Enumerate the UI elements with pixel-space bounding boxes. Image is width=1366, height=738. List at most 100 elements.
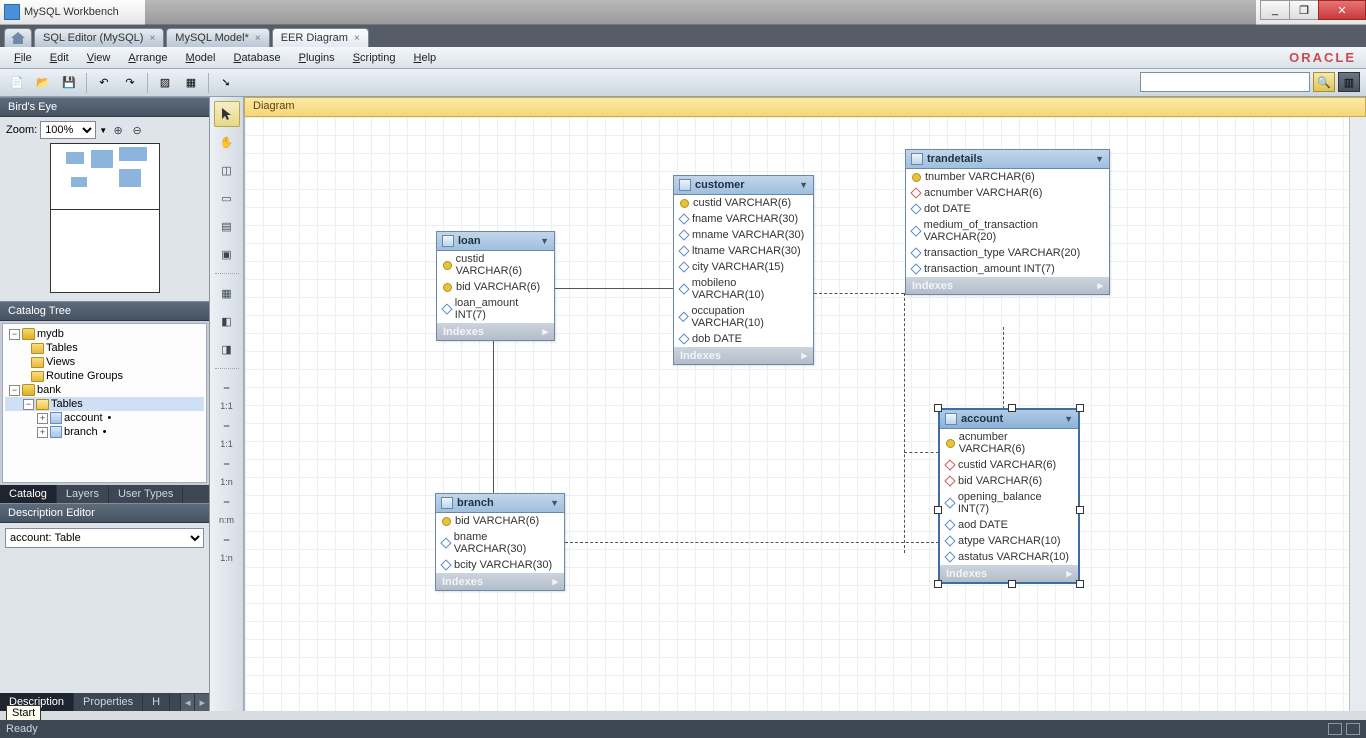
menu-view[interactable]: View <box>79 50 119 66</box>
column-row[interactable]: tnumber VARCHAR(6) <box>906 169 1109 185</box>
undo-button[interactable]: ↶ <box>93 72 115 94</box>
hand-tool[interactable]: ✋ <box>214 129 240 155</box>
save-button[interactable]: 💾 <box>58 72 80 94</box>
note-tool[interactable]: ▤ <box>214 213 240 239</box>
export-button[interactable]: ➘ <box>215 72 237 94</box>
tab-catalog[interactable]: Catalog <box>0 485 57 503</box>
validate-button[interactable]: ▨ <box>154 72 176 94</box>
column-row[interactable]: opening_balance INT(7) <box>940 489 1078 517</box>
indexes-section[interactable]: Indexes▸ <box>674 347 813 364</box>
indexes-section[interactable]: Indexes▸ <box>437 323 554 340</box>
tree-node-views[interactable]: Views <box>5 355 204 369</box>
search-input[interactable] <box>1140 72 1310 92</box>
column-row[interactable]: aod DATE <box>940 517 1078 533</box>
indexes-section[interactable]: Indexes▸ <box>906 277 1109 294</box>
tab-home[interactable] <box>4 28 32 47</box>
zoom-out-icon[interactable]: ⊖ <box>129 122 145 138</box>
chevron-down-icon[interactable]: ▼ <box>1064 414 1073 424</box>
column-row[interactable]: bcity VARCHAR(30) <box>436 557 564 573</box>
er-table-customer[interactable]: customer▼ custid VARCHAR(6) fname VARCHA… <box>673 175 814 365</box>
search-button[interactable]: 🔍 <box>1313 72 1335 92</box>
nav-left-icon[interactable]: ◂ <box>180 694 195 711</box>
minimize-button[interactable]: _ <box>1260 0 1290 20</box>
grid-button[interactable]: ▦ <box>180 72 202 94</box>
column-row[interactable]: custid VARCHAR(6) <box>940 457 1078 473</box>
status-icon[interactable] <box>1328 723 1342 735</box>
chevron-down-icon[interactable]: ▼ <box>550 498 559 508</box>
er-table-loan[interactable]: loan▼ custid VARCHAR(6) bid VARCHAR(6) l… <box>436 231 555 341</box>
column-row[interactable]: ltname VARCHAR(30) <box>674 243 813 259</box>
column-row[interactable]: acnumber VARCHAR(6) <box>906 185 1109 201</box>
tree-node-branch[interactable]: +branch• <box>5 425 204 439</box>
routine-tool[interactable]: ◨ <box>214 336 240 362</box>
close-icon[interactable]: × <box>354 33 360 44</box>
menu-arrange[interactable]: Arrange <box>120 50 175 66</box>
er-table-trandetails[interactable]: trandetails▼ tnumber VARCHAR(6) acnumber… <box>905 149 1110 295</box>
diagram-canvas[interactable]: loan▼ custid VARCHAR(6) bid VARCHAR(6) l… <box>244 117 1366 711</box>
zoom-select[interactable]: 100% <box>40 121 96 139</box>
relation-n-m-tool[interactable]: ⎯ <box>214 489 240 515</box>
overview-map[interactable] <box>50 143 160 293</box>
maximize-button[interactable]: ❐ <box>1289 0 1319 20</box>
tab-properties[interactable]: Properties <box>74 693 143 711</box>
menu-scripting[interactable]: Scripting <box>345 50 404 66</box>
eraser-tool[interactable]: ◫ <box>214 157 240 183</box>
tree-node-bank[interactable]: −bank <box>5 383 204 397</box>
tab-user-types[interactable]: User Types <box>109 485 183 503</box>
column-row[interactable]: dot DATE <box>906 201 1109 217</box>
tab-layers[interactable]: Layers <box>57 485 109 503</box>
zoom-dropdown-icon[interactable]: ▼ <box>99 126 107 135</box>
tree-node-tables[interactable]: Tables <box>5 341 204 355</box>
tree-node-mydb[interactable]: −mydb <box>5 327 204 341</box>
status-icon[interactable] <box>1346 723 1360 735</box>
column-row[interactable]: city VARCHAR(15) <box>674 259 813 275</box>
rel-branch-account[interactable] <box>565 542 939 543</box>
open-file-button[interactable]: 📂 <box>32 72 54 94</box>
column-row[interactable]: bid VARCHAR(6) <box>940 473 1078 489</box>
rel-customer-account[interactable] <box>904 452 939 453</box>
column-row[interactable]: atype VARCHAR(10) <box>940 533 1078 549</box>
column-row[interactable]: fname VARCHAR(30) <box>674 211 813 227</box>
nav-right-icon[interactable]: ▸ <box>194 694 209 711</box>
rel-customer-account-v[interactable] <box>904 293 905 553</box>
column-row[interactable]: bname VARCHAR(30) <box>436 529 564 557</box>
column-row[interactable]: custid VARCHAR(6) <box>674 195 813 211</box>
menu-model[interactable]: Model <box>178 50 224 66</box>
indexes-section[interactable]: Indexes▸ <box>436 573 564 590</box>
relation-1-1-nonid-tool[interactable]: ⎯ <box>214 375 240 401</box>
rel-loan-branch[interactable] <box>493 327 494 493</box>
pointer-tool[interactable] <box>214 101 240 127</box>
column-row[interactable]: bid VARCHAR(6) <box>436 513 564 529</box>
zoom-in-icon[interactable]: ⊕ <box>110 122 126 138</box>
column-row[interactable]: acnumber VARCHAR(6) <box>940 429 1078 457</box>
er-table-account[interactable]: account▼ acnumber VARCHAR(6) custid VARC… <box>939 409 1079 583</box>
table-tool[interactable]: ▦ <box>214 280 240 306</box>
column-row[interactable]: mobileno VARCHAR(10) <box>674 275 813 303</box>
tree-node-bank-tables[interactable]: −Tables <box>5 397 204 411</box>
column-row[interactable]: transaction_amount INT(7) <box>906 261 1109 277</box>
rel-loan-customer[interactable] <box>555 288 673 289</box>
redo-button[interactable]: ↷ <box>119 72 141 94</box>
close-icon[interactable]: × <box>149 33 155 44</box>
chevron-down-icon[interactable]: ▼ <box>1095 154 1104 164</box>
chevron-down-icon[interactable]: ▼ <box>540 236 549 246</box>
column-row[interactable]: bid VARCHAR(6) <box>437 279 554 295</box>
tab-mysql-model[interactable]: MySQL Model*× <box>166 28 269 47</box>
tab-sql-editor[interactable]: SQL Editor (MySQL)× <box>34 28 164 47</box>
close-icon[interactable]: × <box>255 33 261 44</box>
relation-1-n-tool[interactable]: ⎯ <box>214 451 240 477</box>
column-row[interactable]: loan_amount INT(7) <box>437 295 554 323</box>
menu-edit[interactable]: Edit <box>42 50 77 66</box>
column-row[interactable]: medium_of_transaction VARCHAR(20) <box>906 217 1109 245</box>
new-file-button[interactable]: 📄 <box>6 72 28 94</box>
column-row[interactable]: occupation VARCHAR(10) <box>674 303 813 331</box>
rel-trandetails-account[interactable] <box>1003 327 1004 409</box>
menu-file[interactable]: File <box>6 50 40 66</box>
column-row[interactable]: astatus VARCHAR(10) <box>940 549 1078 565</box>
catalog-tree[interactable]: −mydb Tables Views Routine Groups −bank … <box>2 323 207 483</box>
layer-tool[interactable]: ▭ <box>214 185 240 211</box>
tree-node-account[interactable]: +account• <box>5 411 204 425</box>
view-tool[interactable]: ◧ <box>214 308 240 334</box>
image-tool[interactable]: ▣ <box>214 241 240 267</box>
close-button[interactable]: ✕ <box>1318 0 1366 20</box>
